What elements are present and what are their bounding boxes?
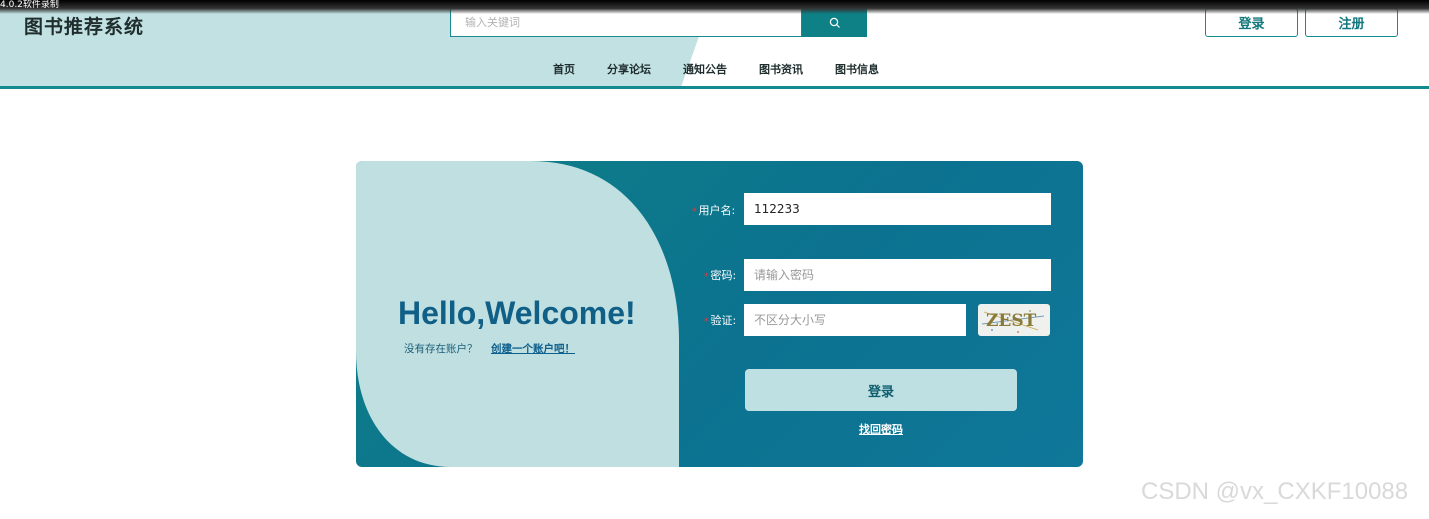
login-card: Hello,Welcome! 没有存在账户？ 创建一个账户吧！ *用户名: *密… [356,161,1083,467]
watermark: CSDN @vx_CXKF10088 [1141,478,1409,505]
captcha-label-text: 验证: [710,314,737,327]
welcome-title: Hello,Welcome! [398,295,636,331]
password-input[interactable] [744,259,1051,291]
recording-strip: 4.0.2软件录制 [0,0,1429,14]
captcha-label: * 验证: [704,312,736,328]
login-submit-button[interactable]: 登录 [745,369,1017,411]
captcha-image[interactable]: ZEST [978,304,1050,336]
required-mark: * [692,207,697,217]
username-label-text: 用户名: [698,204,736,217]
required-mark: * [704,317,709,327]
username-label: * 用户名: [692,202,735,218]
header-divider [0,86,1429,89]
forgot-password-link[interactable]: 找回密码 [859,421,903,437]
captcha-graphic: ZEST [981,310,1045,333]
nav-item-home[interactable]: 首页 [537,62,591,78]
nav-item-forum[interactable]: 分享论坛 [591,62,667,78]
password-label: * 密码: [704,267,736,283]
captcha-text: ZEST [986,311,1037,331]
nav-item-book-info[interactable]: 图书信息 [819,62,895,78]
page: 图书推荐系统 登录 注册 首页 分享论坛 通知公告 图书资讯 图书信息 4.0.… [0,0,1429,519]
nav-item-notices[interactable]: 通知公告 [667,62,743,78]
nav-item-book-news[interactable]: 图书资讯 [743,62,819,78]
main-nav: 首页 分享论坛 通知公告 图书资讯 图书信息 [537,62,895,78]
search-icon [829,17,840,28]
recording-label: 4.0.2软件录制 [0,0,59,10]
password-label-text: 密码: [710,269,737,282]
username-input[interactable] [744,193,1051,225]
no-account-text: 没有存在账户？ [404,343,478,355]
required-mark: * [704,272,709,282]
create-account-link[interactable]: 创建一个账户吧！ [491,341,575,356]
site-title: 图书推荐系统 [24,16,145,38]
captcha-input[interactable] [744,304,966,336]
